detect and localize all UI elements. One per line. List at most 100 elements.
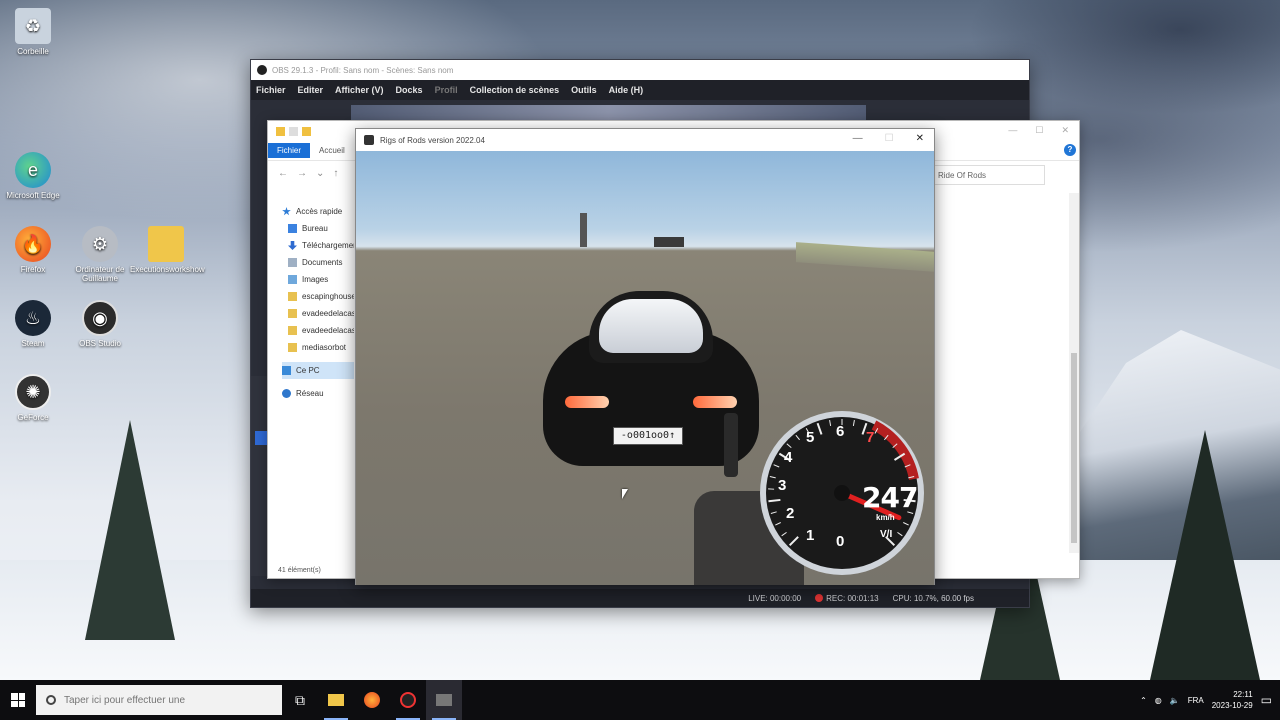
folder-icon: [148, 226, 184, 262]
menu-outils[interactable]: Outils: [571, 85, 597, 95]
sidebar-item-folder[interactable]: mediasorbot: [282, 339, 354, 356]
obs-icon: ◉: [82, 300, 118, 336]
search-input[interactable]: [64, 694, 224, 706]
system-tray: ⌃ ◍ 🔈 FRA 22:11 2023-10-29 ▭: [1140, 689, 1280, 711]
scrollbar-thumb[interactable]: [1071, 353, 1077, 543]
minimize-icon[interactable]: —: [1008, 125, 1017, 136]
taskbar: ⧉ ⌃ ◍ 🔈 FRA 22:11 2023-10-29 ▭: [0, 680, 1280, 720]
desktop-icon-obs[interactable]: ◉ OBS Studio: [64, 300, 136, 348]
notifications-icon[interactable]: ▭: [1261, 693, 1272, 707]
steam-icon: ♨: [15, 300, 51, 336]
sidebar-item-label: Bureau: [302, 224, 328, 233]
desktop-icon-label: GeForce: [17, 413, 49, 422]
maximize-icon[interactable]: ☐: [1035, 125, 1043, 136]
sidebar-item-label: Téléchargements: [302, 241, 354, 250]
network-icon: [282, 389, 291, 398]
tab-fichier[interactable]: Fichier: [268, 143, 311, 158]
game-titlebar[interactable]: Rigs of Rods version 2022.04: [356, 129, 934, 151]
obs-titlebar[interactable]: OBS 29.1.3 - Profil: Sans nom - Scènes: …: [251, 60, 1029, 80]
edge-icon: e: [15, 152, 51, 188]
close-icon[interactable]: ✕: [1061, 125, 1069, 136]
help-icon[interactable]: ?: [1064, 144, 1076, 156]
sidebar-item-label: Images: [302, 275, 329, 284]
sidebar-item-images[interactable]: Images: [282, 271, 354, 288]
chevron-up-icon[interactable]: ⌃: [1140, 696, 1147, 705]
sidebar-item-quick-access[interactable]: Accès rapide: [282, 203, 354, 220]
sidebar-item-label: evadeedelacas: [302, 326, 354, 335]
obs-menubar: Fichier Editer Afficher (V) Docks Profil…: [251, 80, 1029, 100]
sidebar-item-folder[interactable]: evadeedelacas: [282, 322, 354, 339]
sidebar-item-folder[interactable]: evadeedelacas: [282, 305, 354, 322]
explorer-scrollbar[interactable]: [1069, 193, 1079, 553]
sidebar-item-network[interactable]: Réseau: [282, 385, 354, 402]
star-icon: [282, 207, 291, 216]
language-indicator[interactable]: FRA: [1188, 696, 1204, 705]
folder-icon: [276, 126, 285, 136]
sidebar-item-folder[interactable]: escapinghouse: [282, 288, 354, 305]
volume-icon[interactable]: 🔈: [1170, 696, 1180, 705]
back-icon[interactable]: ←: [278, 168, 288, 179]
menu-editer[interactable]: Editer: [298, 85, 324, 95]
menu-docks[interactable]: Docks: [396, 85, 423, 95]
address-bar[interactable]: Ride Of Rods: [933, 165, 1045, 185]
clock[interactable]: 22:11 2023-10-29: [1212, 689, 1253, 711]
sidebar-item-bureau[interactable]: Bureau: [282, 220, 354, 237]
desktop-icon-steam[interactable]: ♨ Steam: [0, 300, 69, 348]
taskbar-obs[interactable]: [390, 680, 426, 720]
start-button[interactable]: [0, 680, 36, 720]
sidebar-item-this-pc[interactable]: Ce PC: [282, 362, 354, 379]
forward-icon[interactable]: →: [297, 168, 307, 179]
game-window-controls: — ☐ ✕: [853, 133, 924, 144]
up-icon[interactable]: ↑: [333, 168, 338, 179]
desktop-icon-label: OBS Studio: [79, 339, 121, 348]
maximize-icon[interactable]: ☐: [885, 133, 894, 144]
document-icon: [288, 258, 297, 267]
taskbar-game[interactable]: [426, 680, 462, 720]
network-icon[interactable]: ◍: [1155, 696, 1162, 705]
image-icon: [288, 275, 297, 284]
explorer-window-controls: — ☐ ✕: [1008, 125, 1069, 136]
sidebar-item-label: Accès rapide: [296, 207, 343, 216]
desktop-icon: [288, 224, 297, 233]
desktop-icon-app[interactable]: ✺ GeForce: [0, 374, 69, 422]
menu-collection-scenes[interactable]: Collection de scènes: [470, 85, 560, 95]
game-window[interactable]: Rigs of Rods version 2022.04 — ☐ ✕ -o001…: [355, 128, 935, 585]
new-folder-icon[interactable]: [302, 126, 311, 136]
properties-icon[interactable]: [289, 126, 298, 136]
menu-profil[interactable]: Profil: [435, 85, 458, 95]
mouse-cursor: [622, 489, 628, 499]
sidebar-item-downloads[interactable]: Téléchargements: [282, 237, 354, 254]
rec-icon: [815, 594, 824, 603]
minimize-icon[interactable]: —: [853, 133, 863, 144]
obs-title-text: OBS 29.1.3 - Profil: Sans nom - Scènes: …: [272, 65, 454, 75]
license-plate: -o001oo0↑: [613, 427, 683, 445]
sidebar-item-label: evadeedelacas: [302, 309, 354, 318]
explorer-status: 41 élément(s): [278, 567, 321, 574]
taskbar-explorer[interactable]: [318, 680, 354, 720]
task-view-button[interactable]: ⧉: [282, 680, 318, 720]
menu-aide[interactable]: Aide (H): [609, 85, 644, 95]
dial-number: 4: [784, 449, 793, 466]
firefox-icon: [364, 692, 380, 708]
desktop-icon-firefox[interactable]: 🔥 Firefox: [0, 226, 69, 274]
menu-fichier[interactable]: Fichier: [256, 85, 286, 95]
taskbar-search[interactable]: [36, 685, 282, 715]
desktop-icon-recycle-bin[interactable]: ♻ Corbeille: [0, 8, 69, 56]
tab-accueil[interactable]: Accueil: [310, 143, 354, 158]
windows-icon: [11, 693, 25, 707]
sidebar-item-documents[interactable]: Documents: [282, 254, 354, 271]
close-icon[interactable]: ✕: [916, 133, 924, 144]
obs-icon: [400, 692, 416, 708]
game-viewport[interactable]: -o001oo0↑ 0 1 2 3 4 5 6 7 247 km/h V/I: [356, 151, 934, 585]
desktop-icon-edge[interactable]: e Microsoft Edge: [0, 152, 69, 200]
recycle-bin-icon: ♻: [15, 8, 51, 44]
desktop-icon-label: Ordinateur de Guillaume: [75, 265, 125, 283]
menu-afficher[interactable]: Afficher (V): [335, 85, 384, 95]
desktop-icon-computer[interactable]: ⚙ Ordinateur de Guillaume: [64, 226, 136, 283]
taskbar-firefox[interactable]: [354, 680, 390, 720]
recent-icon[interactable]: ⌄: [316, 168, 324, 179]
desktop-icon-folder[interactable]: Executionsworkshow: [130, 226, 205, 274]
sidebar-item-label: escapinghouse: [302, 292, 354, 301]
dial-tick: [768, 498, 781, 503]
sidebar-item-label: Réseau: [296, 389, 324, 398]
